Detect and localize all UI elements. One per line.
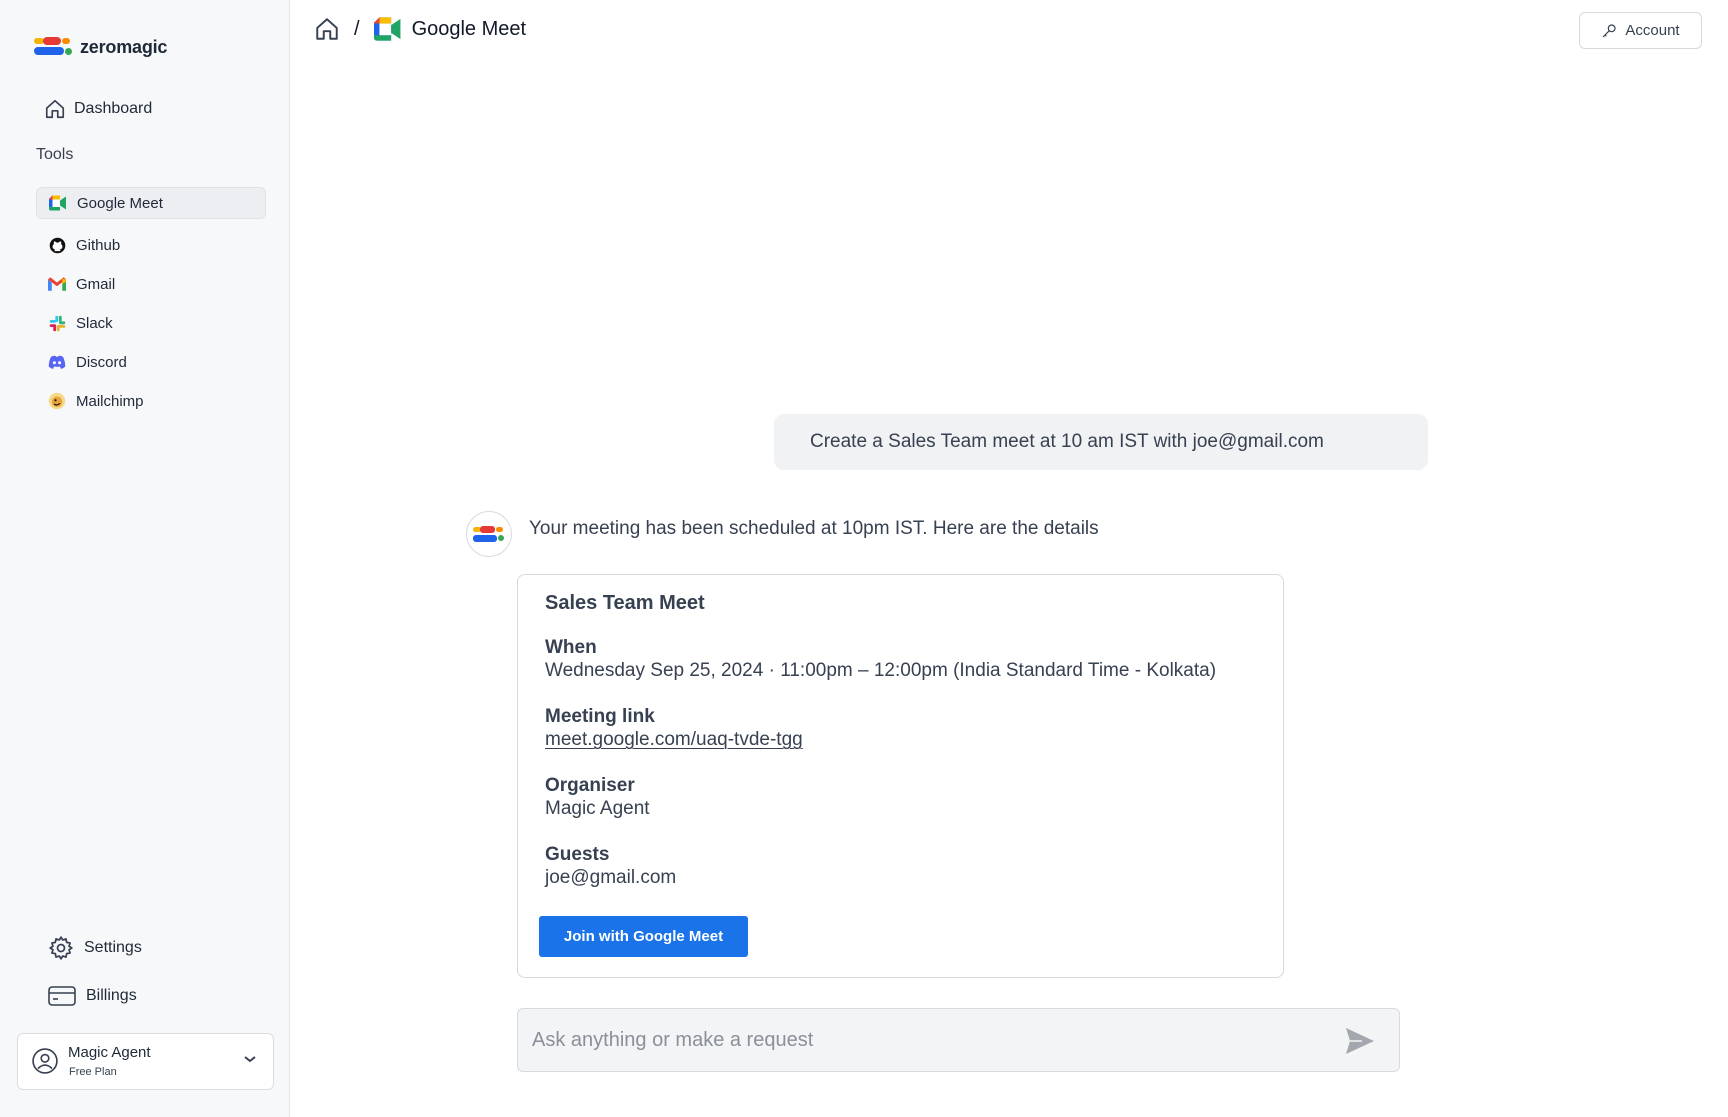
chat-composer [517,1008,1400,1072]
credit-card-icon [48,986,76,1006]
join-google-meet-button[interactable]: Join with Google Meet [539,916,748,957]
gear-icon [49,936,73,960]
when-value: Wednesday Sep 25, 2024 · 11:00pm – 12:00… [545,660,1217,681]
sidebar-item-discord[interactable]: Discord [36,346,266,378]
gmail-icon [48,275,66,293]
zeromagic-logo-icon [34,36,74,58]
billings-label: Billings [86,987,137,1004]
user-message-text: Create a Sales Team meet at 10 am IST wi… [810,431,1324,452]
guests-value: joe@gmail.com [545,867,677,888]
breadcrumb: / Google Meet [314,16,526,42]
slack-icon [48,314,66,332]
key-icon [1602,23,1616,37]
chat-input[interactable] [532,1021,1312,1059]
sidebar-item-billings[interactable]: Billings [48,985,137,1007]
meeting-title: Sales Team Meet [545,592,705,614]
meeting-link-label: Meeting link [545,706,655,727]
organiser-value: Magic Agent [545,798,650,819]
brand-name: zeromagic [80,36,168,57]
home-icon[interactable] [314,16,340,42]
account-label: Account [1625,22,1680,39]
user-plan: Free Plan [69,1066,117,1078]
agent-avatar [466,511,512,557]
user-menu[interactable]: Magic Agent Free Plan [17,1033,274,1090]
account-button[interactable]: Account [1579,12,1702,49]
sidebar: zeromagic Dashboard Tools Google Meet Gi… [0,0,290,1117]
tools-heading: Tools [36,146,74,163]
sidebar-item-label: Github [76,236,121,254]
sidebar-item-gmail[interactable]: Gmail [36,268,266,300]
user-name: Magic Agent [68,1044,151,1061]
zeromagic-logo-icon [473,525,505,543]
meeting-card: Sales Team Meet When Wednesday Sep 25, 2… [517,574,1284,978]
home-icon [45,99,65,119]
sidebar-item-label: Google Meet [77,194,163,212]
guests-label: Guests [545,844,610,865]
user-avatar-icon [32,1048,58,1074]
discord-icon [48,353,66,371]
chevron-down-icon [244,1056,256,1063]
organiser-label: Organiser [545,775,635,796]
sidebar-item-label: Gmail [76,275,116,293]
send-icon [1346,1028,1374,1054]
when-label: When [545,637,597,658]
sidebar-item-settings[interactable]: Settings [48,935,142,961]
user-message: Create a Sales Team meet at 10 am IST wi… [774,414,1428,470]
logo[interactable]: zeromagic [34,36,167,58]
breadcrumb-current: Google Meet [411,17,527,40]
sidebar-item-github[interactable]: Github [36,229,266,261]
sidebar-item-label: Discord [76,353,127,371]
send-button[interactable] [1343,1025,1377,1057]
agent-message: Your meeting has been scheduled at 10pm … [529,518,1099,539]
meeting-link[interactable]: meet.google.com/uaq-tvde-tgg [545,729,803,751]
google-meet-icon [49,194,67,212]
sidebar-item-label: Dashboard [74,100,153,117]
sidebar-item-mailchimp[interactable]: Mailchimp [36,385,266,417]
google-meet-icon [373,17,402,41]
sidebar-item-label: Slack [76,314,113,332]
breadcrumb-separator: / [354,17,360,40]
sidebar-item-slack[interactable]: Slack [36,307,266,339]
sidebar-item-dashboard[interactable]: Dashboard [44,98,152,120]
mailchimp-icon [48,392,66,410]
github-icon [48,236,66,254]
sidebar-item-label: Mailchimp [76,392,144,410]
settings-label: Settings [84,939,142,956]
sidebar-item-google-meet[interactable]: Google Meet [36,187,266,219]
